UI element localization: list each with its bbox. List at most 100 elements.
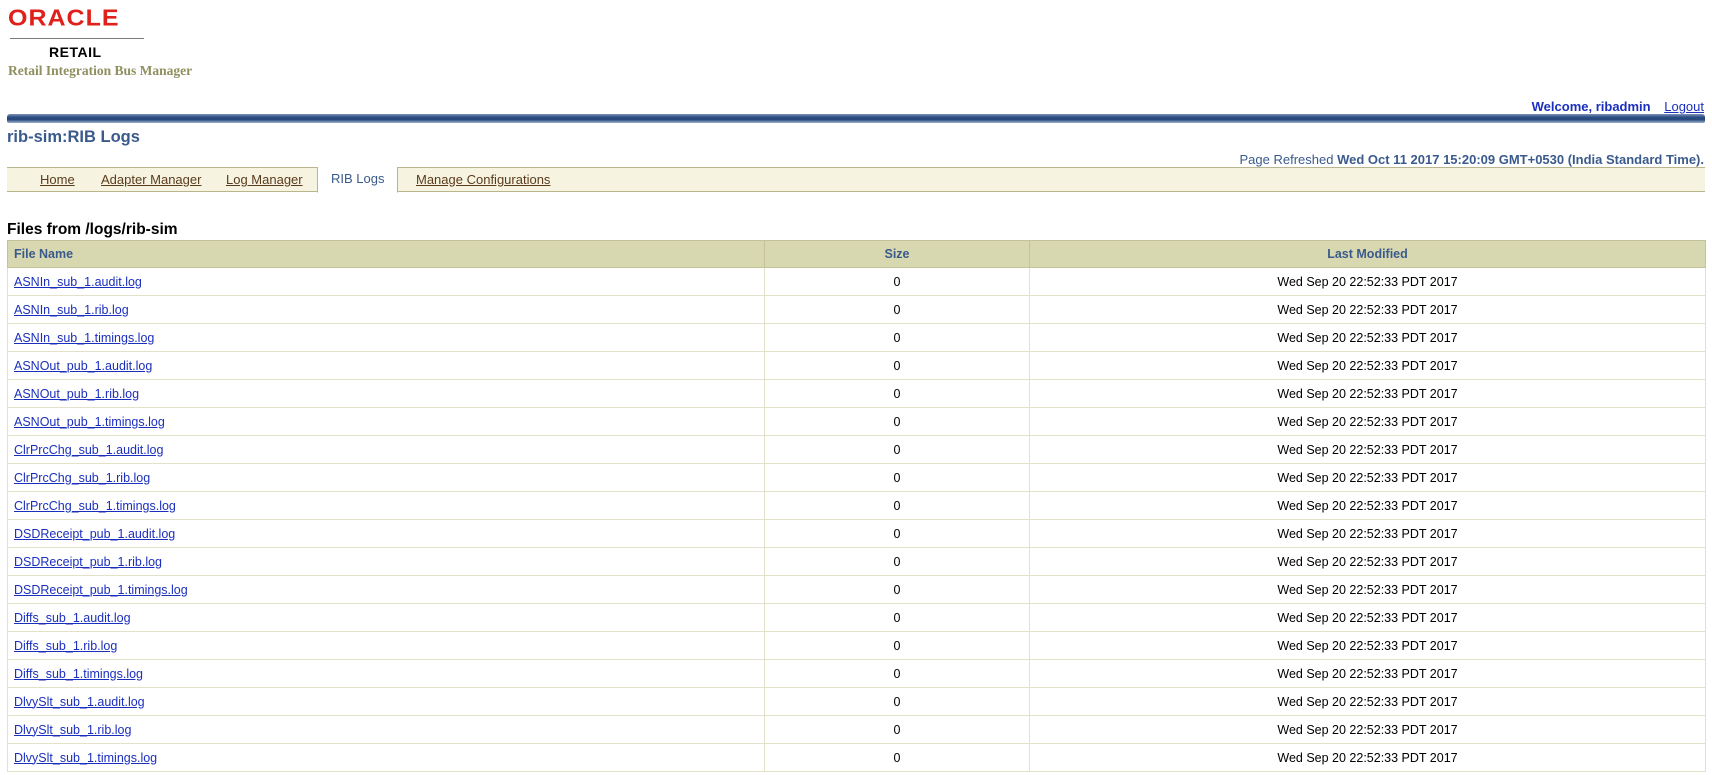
file-size-cell: 0: [764, 631, 1030, 660]
file-link[interactable]: Diffs_sub_1.audit.log: [14, 611, 131, 625]
page-title: rib-sim:RIB Logs: [7, 128, 140, 146]
tab-adapter-manager[interactable]: Adapter Manager: [101, 172, 201, 187]
file-modified-cell: Wed Sep 20 22:52:33 PDT 2017: [1029, 715, 1706, 744]
column-header-file-name[interactable]: File Name: [7, 240, 765, 268]
file-link[interactable]: DlvySlt_sub_1.timings.log: [14, 751, 157, 765]
table-row: ClrPrcChg_sub_1.rib.log 0 Wed Sep 20 22:52…: [7, 463, 1706, 492]
table-row: DSDReceipt_pub_1.timings.log 0 Wed Sep 20 …: [7, 575, 1706, 604]
column-header-size[interactable]: Size: [764, 240, 1030, 268]
file-name-cell: ASNIn_sub_1.audit.log: [7, 267, 765, 296]
file-modified-cell: Wed Sep 20 22:52:33 PDT 2017: [1029, 519, 1706, 548]
table-row: ASNIn_sub_1.timings.log 0 Wed Sep 20 22:52…: [7, 323, 1706, 352]
file-name-cell: ASNOut_pub_1.timings.log: [7, 407, 765, 436]
file-name-cell: ClrPrcChg_sub_1.timings.log: [7, 491, 765, 520]
file-link[interactable]: ASNOut_pub_1.timings.log: [14, 415, 165, 429]
file-modified-cell: Wed Sep 20 22:52:33 PDT 2017: [1029, 435, 1706, 464]
table-row: ASNOut_pub_1.timings.log 0 Wed Sep 20 22:5…: [7, 407, 1706, 436]
file-size-cell: 0: [764, 743, 1030, 772]
refreshed-label: Page Refreshed: [1239, 152, 1334, 167]
file-size-cell: 0: [764, 659, 1030, 688]
file-name-cell: ASNIn_sub_1.rib.log: [7, 295, 765, 324]
file-link[interactable]: DSDReceipt_pub_1.timings.log: [14, 583, 188, 597]
page-refreshed: Page Refreshed Wed Oct 11 2017 15:20:09 …: [1240, 152, 1705, 167]
file-link[interactable]: ClrPrcChg_sub_1.rib.log: [14, 471, 150, 485]
file-modified-cell: Wed Sep 20 22:52:33 PDT 2017: [1029, 631, 1706, 660]
logo-divider: [10, 38, 144, 39]
file-modified-cell: Wed Sep 20 22:52:33 PDT 2017: [1029, 463, 1706, 492]
file-modified-cell: Wed Sep 20 22:52:33 PDT 2017: [1029, 659, 1706, 688]
file-link[interactable]: ClrPrcChg_sub_1.timings.log: [14, 499, 176, 513]
file-link[interactable]: DlvySlt_sub_1.rib.log: [14, 723, 131, 737]
file-modified-cell: Wed Sep 20 22:52:33 PDT 2017: [1029, 575, 1706, 604]
tab-rib-logs[interactable]: RIB Logs: [317, 167, 399, 193]
table-row: DlvySlt_sub_1.rib.log 0 Wed Sep 20 22:52:3…: [7, 715, 1706, 744]
table-header-row: File Name Size Last Modified: [7, 240, 1706, 268]
app-name: Retail Integration Bus Manager: [8, 63, 193, 78]
file-size-cell: 0: [764, 491, 1030, 520]
table-row: DlvySlt_sub_1.audit.log 0 Wed Sep 20 22:52…: [7, 687, 1706, 716]
file-modified-cell: Wed Sep 20 22:52:33 PDT 2017: [1029, 687, 1706, 716]
table-row: ASNOut_pub_1.audit.log 0 Wed Sep 20 22:52:…: [7, 351, 1706, 380]
file-size-cell: 0: [764, 435, 1030, 464]
file-link[interactable]: DSDReceipt_pub_1.rib.log: [14, 555, 162, 569]
file-modified-cell: Wed Sep 20 22:52:33 PDT 2017: [1029, 267, 1706, 296]
table-row: Diffs_sub_1.timings.log 0 Wed Sep 20 22:52…: [7, 659, 1706, 688]
table-row: DSDReceipt_pub_1.rib.log 0 Wed Sep 20 22:5…: [7, 547, 1706, 576]
file-link[interactable]: ASNIn_sub_1.timings.log: [14, 331, 154, 345]
file-link[interactable]: ASNOut_pub_1.audit.log: [14, 359, 152, 373]
file-size-cell: 0: [764, 351, 1030, 380]
files-table: File Name Size Last Modified ASNIn_sub_1…: [7, 240, 1706, 772]
file-modified-cell: Wed Sep 20 22:52:33 PDT 2017: [1029, 407, 1706, 436]
file-size-cell: 0: [764, 295, 1030, 324]
file-modified-cell: Wed Sep 20 22:52:33 PDT 2017: [1029, 603, 1706, 632]
file-size-cell: 0: [764, 603, 1030, 632]
file-link[interactable]: ASNOut_pub_1.rib.log: [14, 387, 139, 401]
file-modified-cell: Wed Sep 20 22:52:33 PDT 2017: [1029, 491, 1706, 520]
file-size-cell: 0: [764, 715, 1030, 744]
oracle-logo: ORACLE: [8, 5, 120, 31]
tab-home[interactable]: Home: [40, 172, 75, 187]
file-size-cell: 0: [764, 547, 1030, 576]
tab-log-manager[interactable]: Log Manager: [226, 172, 303, 187]
file-link[interactable]: ASNIn_sub_1.rib.log: [14, 303, 129, 317]
file-name-cell: DSDReceipt_pub_1.audit.log: [7, 519, 765, 548]
header-bar: [7, 114, 1705, 123]
file-size-cell: 0: [764, 687, 1030, 716]
file-modified-cell: Wed Sep 20 22:52:33 PDT 2017: [1029, 295, 1706, 324]
file-name-cell: Diffs_sub_1.timings.log: [7, 659, 765, 688]
file-name-cell: DlvySlt_sub_1.audit.log: [7, 687, 765, 716]
table-row: ASNIn_sub_1.audit.log 0 Wed Sep 20 22:52:3…: [7, 267, 1706, 296]
tab-manage-configurations[interactable]: Manage Configurations: [416, 172, 550, 187]
file-link[interactable]: DSDReceipt_pub_1.audit.log: [14, 527, 175, 541]
table-row: ASNIn_sub_1.rib.log 0 Wed Sep 20 22:52:33 …: [7, 295, 1706, 324]
file-size-cell: 0: [764, 323, 1030, 352]
tab-bar: Home Adapter Manager Log Manager RIB Log…: [7, 167, 1705, 193]
files-section-title: Files from /logs/rib-sim: [7, 221, 178, 238]
file-link[interactable]: ASNIn_sub_1.audit.log: [14, 275, 142, 289]
table-row: ASNOut_pub_1.rib.log 0 Wed Sep 20 22:52:33…: [7, 379, 1706, 408]
refreshed-timestamp: Wed Oct 11 2017 15:20:09 GMT+0530 (India…: [1337, 152, 1704, 167]
file-name-cell: Diffs_sub_1.audit.log: [7, 603, 765, 632]
table-row: Diffs_sub_1.rib.log 0 Wed Sep 20 22:52:33 …: [7, 631, 1706, 660]
file-modified-cell: Wed Sep 20 22:52:33 PDT 2017: [1029, 379, 1706, 408]
table-row: DlvySlt_sub_1.timings.log 0 Wed Sep 20 22:…: [7, 743, 1706, 772]
file-link[interactable]: Diffs_sub_1.rib.log: [14, 639, 117, 653]
file-size-cell: 0: [764, 379, 1030, 408]
file-modified-cell: Wed Sep 20 22:52:33 PDT 2017: [1029, 323, 1706, 352]
welcome-text: Welcome, ribadmin: [1531, 99, 1651, 114]
column-header-last-modified[interactable]: Last Modified: [1029, 240, 1706, 268]
file-name-cell: ClrPrcChg_sub_1.rib.log: [7, 463, 765, 492]
product-line-label: RETAIL: [49, 44, 102, 60]
file-modified-cell: Wed Sep 20 22:52:33 PDT 2017: [1029, 547, 1706, 576]
page: ORACLE RETAIL Retail Integration Bus Man…: [0, 0, 1712, 775]
file-name-cell: DlvySlt_sub_1.rib.log: [7, 715, 765, 744]
file-link[interactable]: Diffs_sub_1.timings.log: [14, 667, 143, 681]
file-name-cell: DSDReceipt_pub_1.rib.log: [7, 547, 765, 576]
file-link[interactable]: ClrPrcChg_sub_1.audit.log: [14, 443, 163, 457]
file-link[interactable]: DlvySlt_sub_1.audit.log: [14, 695, 145, 709]
file-size-cell: 0: [764, 463, 1030, 492]
file-name-cell: ClrPrcChg_sub_1.audit.log: [7, 435, 765, 464]
logout-link[interactable]: Logout: [1664, 99, 1704, 114]
file-size-cell: 0: [764, 267, 1030, 296]
file-modified-cell: Wed Sep 20 22:52:33 PDT 2017: [1029, 743, 1706, 772]
